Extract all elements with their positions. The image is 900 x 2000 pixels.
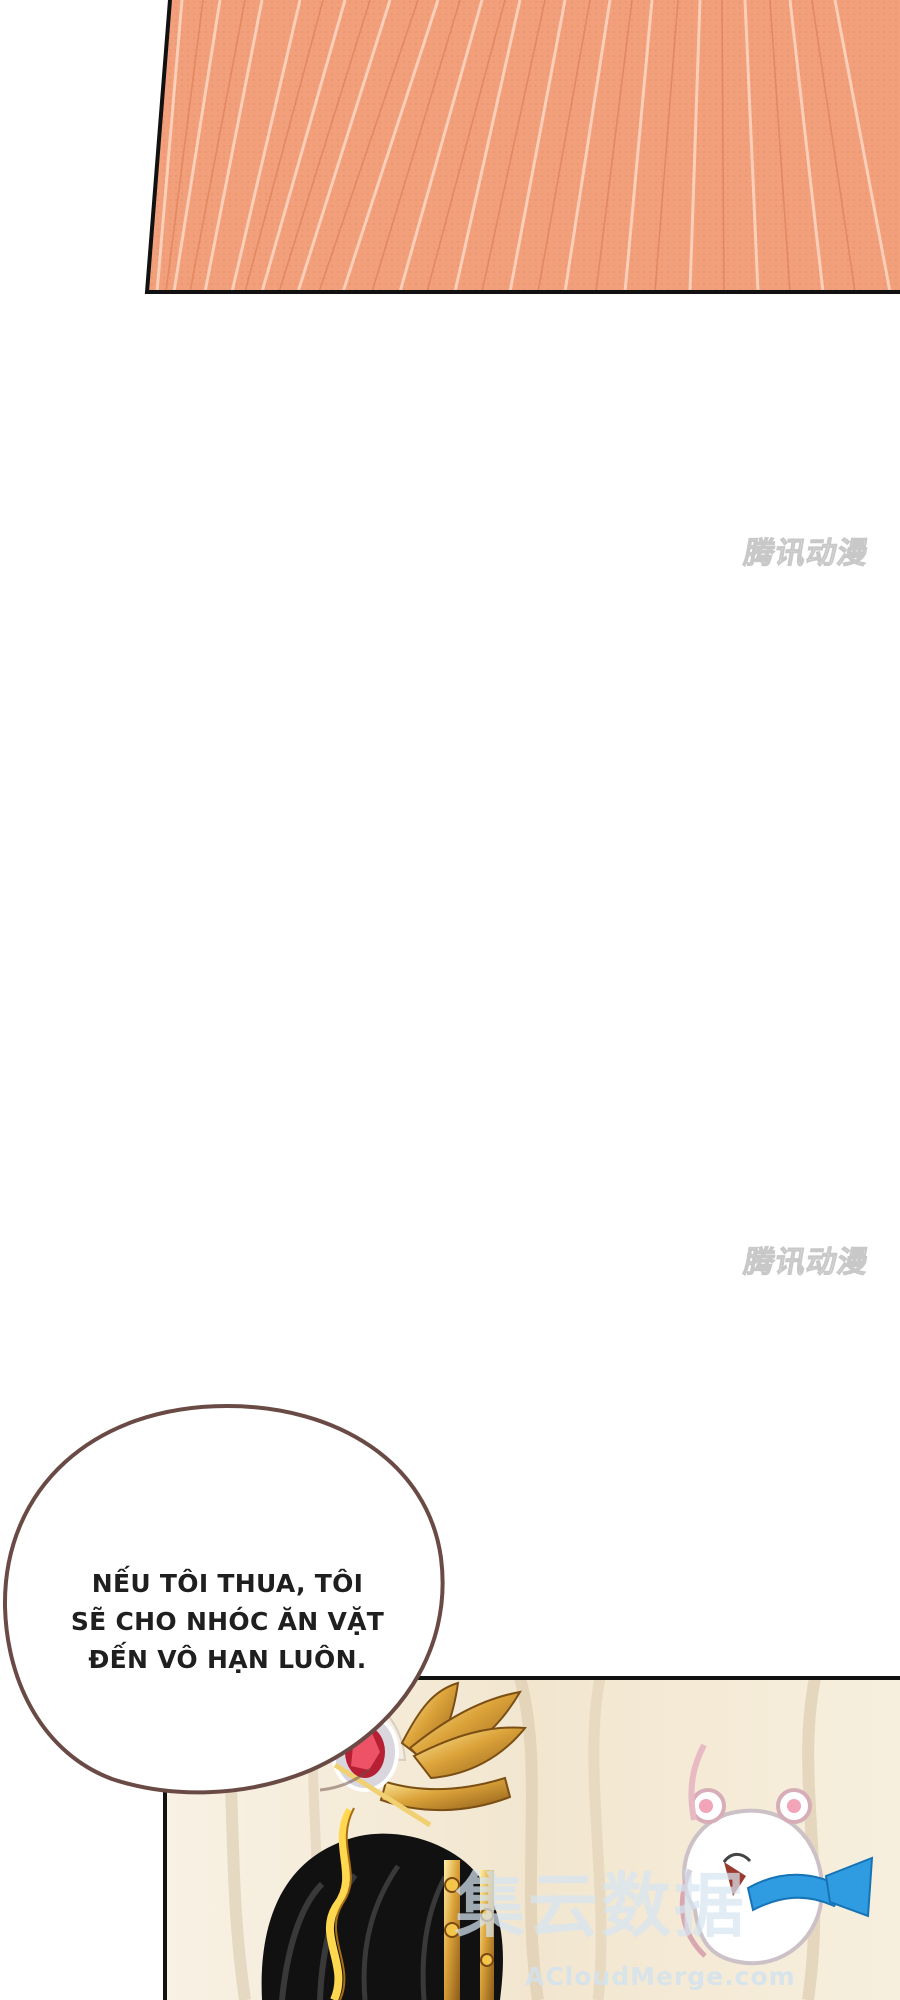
comic-artwork — [2, 0, 900, 2000]
speech-line: NẾU TÔI THUA, TÔI — [91, 1569, 364, 1598]
speech-line: ĐẾN VÔ HẠN LUÔN. — [88, 1645, 367, 1674]
speech-line: SẼ CHO NHÓC ĂN VẶT — [70, 1607, 385, 1636]
platform-watermark: 腾讯动漫 — [741, 1245, 872, 1281]
comic-page: 腾讯动漫 腾讯动漫 NẾU TÔI THUA, TÔI SẼ CHO NHÓC … — [0, 0, 900, 2000]
platform-watermark: 腾讯动漫 — [741, 536, 872, 572]
cloud-watermark-site: ACloudMerge.com — [525, 1962, 796, 1991]
speech-bubble-text: NẾU TÔI THUA, TÔI SẼ CHO NHÓC ĂN VẶT ĐẾN… — [55, 1565, 400, 1679]
cloud-watermark: 集云数据 — [455, 1865, 747, 1947]
top-orange-panel — [144, 0, 900, 294]
